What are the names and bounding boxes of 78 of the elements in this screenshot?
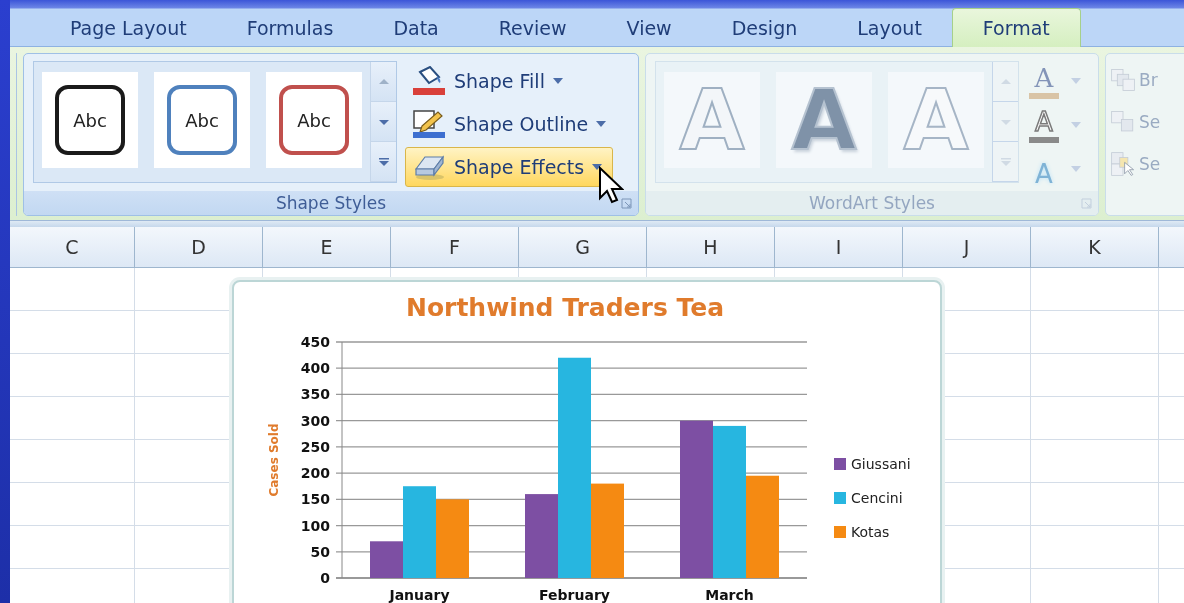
column-header[interactable]: D xyxy=(135,227,263,267)
column-header[interactable]: E xyxy=(263,227,391,267)
ribbon-tab[interactable]: Formulas xyxy=(216,10,364,46)
dropdown-caret-icon xyxy=(592,164,603,170)
paint-bucket-icon xyxy=(412,66,446,96)
y-axis-tick-label: 350 xyxy=(300,386,330,403)
legend-label: Giussani xyxy=(851,456,911,472)
column-header[interactable]: J xyxy=(903,227,1031,267)
group-label: Shape Styles xyxy=(275,193,387,213)
more-button[interactable] xyxy=(371,142,396,182)
y-axis-tick-label: 100 xyxy=(300,517,330,534)
ribbon-command[interactable]: Shape Outline xyxy=(405,104,614,144)
expand-icon xyxy=(1000,157,1011,166)
down-arrow-icon xyxy=(1000,117,1011,126)
ribbon-command[interactable]: Shape Effects xyxy=(405,147,614,187)
wordart-sample: A xyxy=(903,78,969,162)
x-axis-label: January xyxy=(389,587,450,603)
text-format-glyph: A xyxy=(1027,107,1061,143)
expand-icon xyxy=(378,157,389,166)
column-header[interactable]: K xyxy=(1031,227,1159,267)
pencil-icon xyxy=(412,109,446,139)
y-axis-title: Cases Sold xyxy=(267,423,281,497)
y-axis-tick-label: 200 xyxy=(300,465,330,482)
ribbon-tab[interactable]: Format xyxy=(951,8,1081,47)
y-axis-tick-label: 450 xyxy=(300,334,330,350)
text-format-glyph: A xyxy=(1034,158,1054,187)
shape-effects-icon xyxy=(412,153,446,181)
column-header[interactable]: G xyxy=(519,227,647,267)
scroll-down-button[interactable] xyxy=(993,102,1018,142)
command-label: Shape Effects xyxy=(454,156,585,178)
y-axis-tick-label: 150 xyxy=(300,491,330,508)
scroll-up-button[interactable] xyxy=(371,62,396,102)
x-axis-label: March xyxy=(705,587,754,603)
shape-style-sample: Abc xyxy=(279,85,349,155)
style-swatch[interactable]: Abc xyxy=(154,72,250,168)
chart[interactable]: Northwind Traders Tea Cases Sold 0 50 100 150 200 250 300 350 400 450 January February March Giussani Cencini Kotas xyxy=(232,280,942,603)
dialog-launcher-icon[interactable] xyxy=(621,198,632,209)
dropdown-caret-icon xyxy=(1071,166,1081,172)
dropdown-caret-icon xyxy=(1071,78,1081,84)
x-axis-label: February xyxy=(539,587,610,603)
dropdown-caret-icon xyxy=(1071,122,1081,128)
scroll-down-button[interactable] xyxy=(371,102,396,142)
y-axis-tick-label: 300 xyxy=(300,412,330,429)
ribbon-tab[interactable]: Page Layout xyxy=(40,10,217,46)
command-label: Shape Fill xyxy=(454,70,545,92)
legend-label: Cencini xyxy=(851,490,903,506)
column-header[interactable]: F xyxy=(391,227,519,267)
chart-title: Northwind Traders Tea xyxy=(405,293,725,322)
shape-style-sample: Abc xyxy=(167,85,237,155)
ribbon-tab[interactable]: Data xyxy=(363,10,469,46)
ribbon-command[interactable]: Shape Fill xyxy=(405,61,614,101)
y-axis-tick-label: 250 xyxy=(300,438,330,455)
column-header[interactable]: C xyxy=(10,227,135,267)
mouse-pointer-icon xyxy=(598,166,624,206)
y-axis-tick-label: 400 xyxy=(300,360,330,377)
style-swatch[interactable]: Abc xyxy=(42,72,138,168)
dropdown-caret-icon xyxy=(552,78,563,84)
y-axis-tick-label: 50 xyxy=(310,543,330,560)
group-label: WordArt Styles xyxy=(809,193,935,213)
down-arrow-icon xyxy=(378,117,389,126)
text-format-glyph: A xyxy=(1027,63,1061,99)
legend-label: Kotas xyxy=(851,524,890,540)
wordart-sample: A xyxy=(679,78,745,162)
scroll-up-button[interactable] xyxy=(993,62,1018,102)
ribbon-tab[interactable]: Layout xyxy=(827,10,952,46)
ribbon-tab[interactable]: Design xyxy=(701,10,828,46)
up-arrow-icon xyxy=(378,77,389,86)
column-header[interactable]: I xyxy=(775,227,903,267)
wordart-sample: A xyxy=(791,78,857,162)
style-swatch[interactable]: Abc xyxy=(266,72,362,168)
dropdown-caret-icon xyxy=(596,121,607,127)
column-header[interactable]: H xyxy=(647,227,775,267)
ribbon-tab[interactable]: Review xyxy=(468,10,597,46)
ribbon-tab[interactable]: View xyxy=(596,10,702,46)
shape-style-sample: Abc xyxy=(55,85,125,155)
command-label: Shape Outline xyxy=(454,113,589,135)
y-axis-tick-label: 0 xyxy=(320,570,330,586)
up-arrow-icon xyxy=(1000,77,1011,86)
